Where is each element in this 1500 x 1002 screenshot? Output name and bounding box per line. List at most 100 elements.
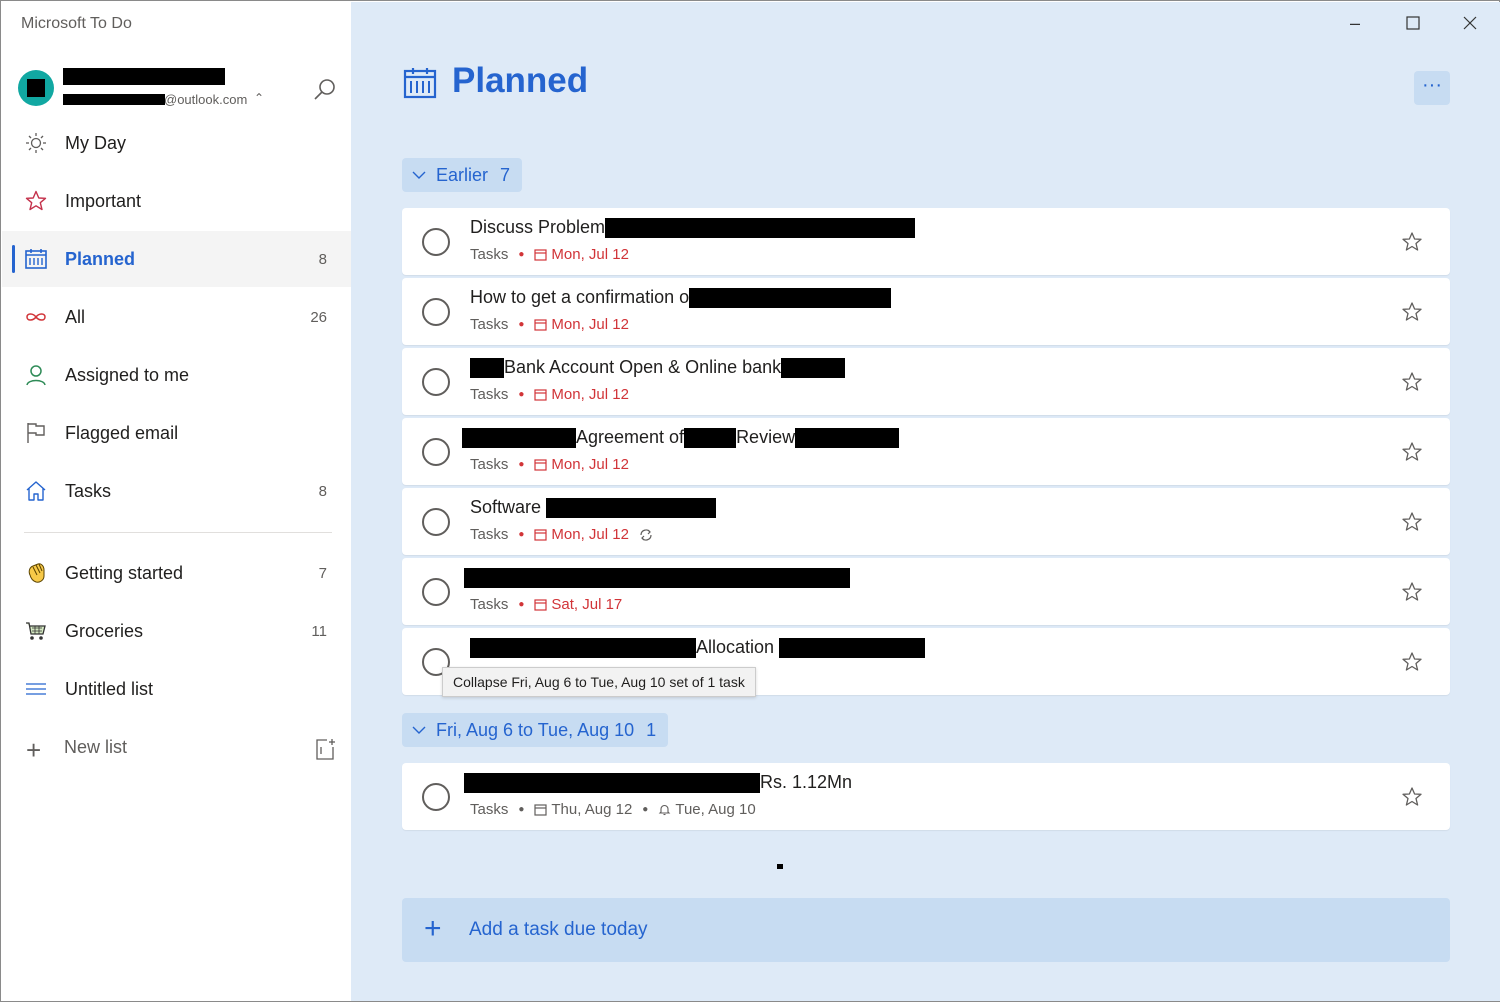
sidebar-item-planned[interactable]: Planned 8 [2,231,351,287]
complete-checkbox[interactable] [422,508,450,536]
task-row[interactable]: Rs. 1.12Mn Tasks ● Thu, Aug 12 ● Tue, Au… [402,763,1450,830]
star-icon[interactable] [1400,650,1424,674]
complete-checkbox[interactable] [422,228,450,256]
task-list-name: Tasks [470,316,509,333]
task-row[interactable]: Discuss Problem Tasks ● Mon, Jul 12 [402,208,1450,275]
star-icon [25,190,47,211]
task-row[interactable]: How to get a confirmation o Tasks ● Mon,… [402,278,1450,345]
star-icon[interactable] [1400,580,1424,604]
complete-checkbox[interactable] [422,298,450,326]
complete-checkbox[interactable] [422,438,450,466]
sidebar-item-flagged-email[interactable]: Flagged email [2,405,351,461]
minimize-icon[interactable]: – [1335,8,1375,38]
new-list-button[interactable]: + New list [2,720,351,776]
sidebar-item-important[interactable]: Important [2,173,351,229]
due-date: Thu, Aug 12 [534,801,632,818]
calendar-small-icon [534,804,547,816]
account-email-redacted [63,94,165,105]
reminder: Tue, Aug 10 [658,801,756,818]
star-icon[interactable] [1400,785,1424,809]
sidebar-item-count: 8 [318,482,327,500]
sidebar-list-groceries[interactable]: Groceries 11 [2,603,351,659]
task-row[interactable]: Bank Account Open & Online bank Tasks ● … [402,348,1450,415]
task-meta: Tasks ● Thu, Aug 12 ● Tue, Aug 10 [470,801,756,818]
task-list-name: Tasks [470,386,509,403]
page-title: Planned [452,61,589,100]
complete-checkbox[interactable] [422,783,450,811]
calendar-small-icon [534,389,547,401]
due-date: Mon, Jul 12 [534,246,629,263]
maximize-icon[interactable] [1393,8,1433,38]
more-options-button[interactable]: ··· [1414,71,1450,105]
sidebar-item-all[interactable]: All 26 [2,289,351,345]
main-pane: – Planned ··· Earlier 7 Discuss Problem [351,2,1500,1001]
person-icon [26,365,46,386]
sun-icon [26,133,46,153]
sidebar-item-my-day[interactable]: My Day [2,115,351,171]
star-icon[interactable] [1400,370,1424,394]
sidebar-item-label: Planned [65,248,136,269]
star-icon[interactable] [1400,230,1424,254]
calendar-icon [25,249,47,269]
chevron-updown-icon[interactable]: ⌃ [254,91,264,105]
task-title: Allocation [470,637,926,659]
sidebar-item-label: Groceries [65,620,144,641]
sidebar-list-untitled[interactable]: Untitled list [2,661,351,717]
flag-icon [27,423,45,443]
sidebar-item-count: 11 [311,622,327,640]
calendar-small-icon [534,529,547,541]
calendar-small-icon [534,249,547,261]
sidebar-item-label: My Day [65,132,127,153]
task-meta: Tasks ● Mon, Jul 12 [470,456,629,473]
star-icon[interactable] [1400,510,1424,534]
due-date: Mon, Jul 12 [534,526,629,543]
sidebar-item-count: 7 [318,564,327,582]
star-icon[interactable] [1400,440,1424,464]
sidebar-divider [24,532,332,533]
group-header-aug[interactable]: Fri, Aug 6 to Tue, Aug 10 1 [402,713,669,747]
task-row[interactable]: Software Tasks ● Mon, Jul 12 [402,488,1450,555]
group-count: 7 [500,164,511,185]
bell-icon [659,804,671,816]
complete-checkbox[interactable] [422,578,450,606]
close-icon[interactable] [1450,8,1490,38]
sidebar-list-getting-started[interactable]: Getting started 7 [2,545,351,601]
task-row[interactable]: Tasks ● Sat, Jul 17 [402,558,1450,625]
home-icon [26,481,46,501]
account-switcher[interactable]: @outlook.com ⌃ [2,60,351,116]
waving-hand-icon [28,563,45,583]
group-count: 1 [646,719,657,740]
task-title: Rs. 1.12Mn [464,772,852,794]
app-window: Microsoft To Do @outlook.com ⌃ My Day Im… [0,0,1500,1002]
plus-icon: + [26,735,42,765]
group-header-earlier[interactable]: Earlier 7 [402,158,523,192]
task-title: Software [470,497,717,519]
calendar-small-icon [534,459,547,471]
group-label: Earlier [436,164,489,185]
star-icon[interactable] [1400,300,1424,324]
task-title: Agreement of Review [462,427,900,449]
sidebar-item-label: Untitled list [65,678,154,699]
list-lines-icon [26,683,46,695]
task-list-name: Tasks [470,246,509,263]
avatar[interactable] [18,70,54,106]
task-list-name: Tasks [470,456,509,473]
add-task-button[interactable]: + Add a task due today [402,898,1450,962]
shopping-cart-icon [26,622,46,640]
complete-checkbox[interactable] [422,368,450,396]
sidebar-item-tasks[interactable]: Tasks 8 [2,463,351,519]
group-label: Fri, Aug 6 to Tue, Aug 10 [436,719,635,740]
sidebar: Microsoft To Do @outlook.com ⌃ My Day Im… [2,2,351,1001]
tooltip: Collapse Fri, Aug 6 to Tue, Aug 10 set o… [442,667,756,697]
app-title: Microsoft To Do [21,15,132,32]
search-icon[interactable] [310,76,338,104]
task-list-name: Tasks [470,801,509,818]
sidebar-item-label: Tasks [65,480,112,501]
repeat-icon [640,528,652,541]
sidebar-item-assigned-to-me[interactable]: Assigned to me [2,347,351,403]
new-group-icon[interactable] [313,737,337,761]
task-list-name: Tasks [470,526,509,543]
sidebar-item-count: 26 [310,308,327,326]
task-row[interactable]: Agreement of Review Tasks ● Mon, Jul 12 [402,418,1450,485]
sidebar-item-label: Important [65,190,142,211]
